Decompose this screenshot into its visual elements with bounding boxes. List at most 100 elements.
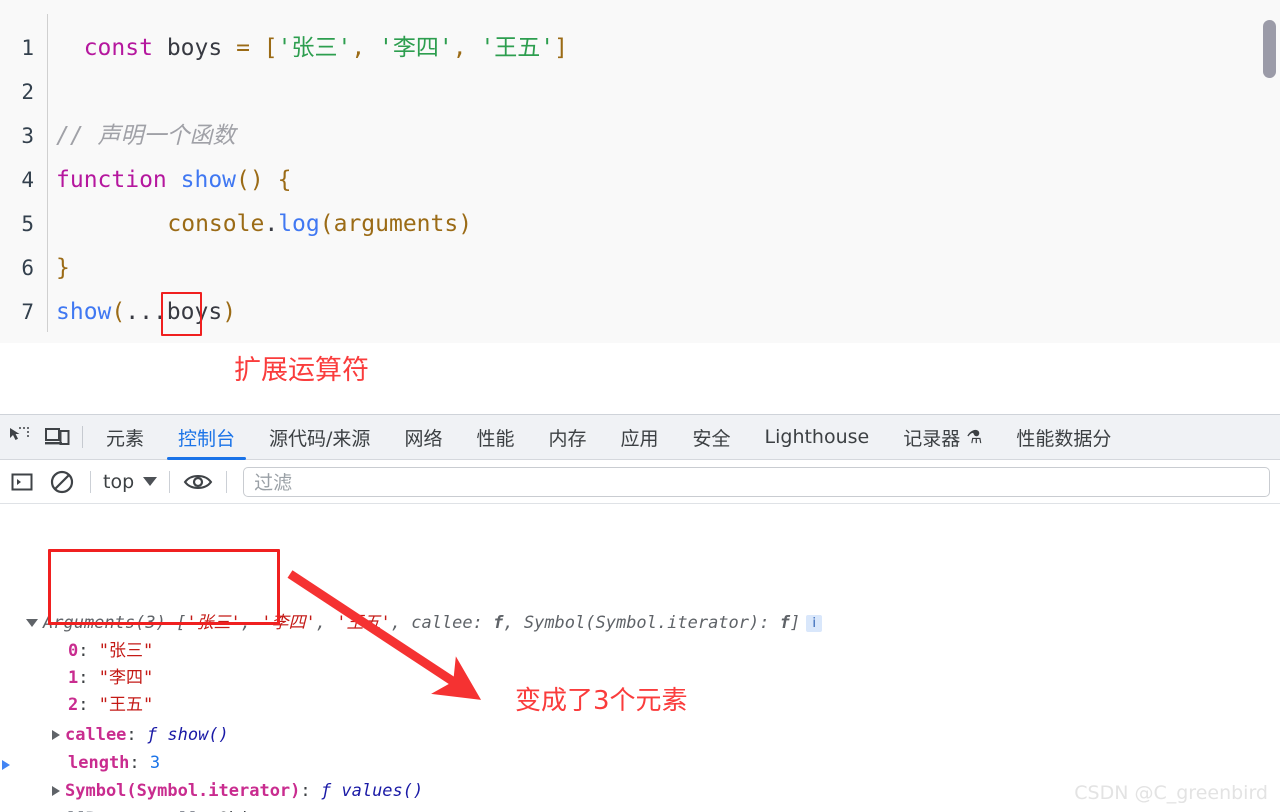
- property-separator: :: [78, 668, 99, 688]
- token-rparen: ): [458, 211, 473, 237]
- token-open-bracket: [: [263, 35, 278, 61]
- token-brace-open: {: [277, 167, 292, 193]
- header-symbol-value: f: [779, 613, 790, 633]
- header-symbol-label: Symbol(Symbol.iterator):: [523, 613, 780, 633]
- execution-context-selector[interactable]: top: [99, 471, 161, 493]
- property-value: "王五": [98, 695, 154, 715]
- gutter-divider: [47, 14, 48, 332]
- inspect-element-icon[interactable]: [0, 415, 38, 460]
- line-number: 7: [21, 300, 34, 324]
- console-property-row[interactable]: length: 3: [68, 751, 160, 775]
- console-property-row[interactable]: callee: ƒ show(): [52, 723, 229, 747]
- console-toolbar: top 过滤: [0, 460, 1280, 504]
- tab-recorder-label: 记录器: [903, 427, 961, 450]
- screenshot-root: 1 2 3 4 5 6 7 const boys = ['张三', '李四', …: [0, 0, 1280, 812]
- console-prompt-caret-icon[interactable]: [2, 760, 10, 770]
- tab-network[interactable]: 网络: [387, 415, 459, 460]
- property-key: 1: [68, 668, 79, 688]
- tab-elements[interactable]: 元素: [89, 415, 161, 460]
- token-close-bracket: ]: [554, 35, 569, 61]
- console-output: Arguments(3) ['张三', '李四', '王五', callee: …: [0, 504, 1280, 812]
- token-log: log: [278, 211, 320, 237]
- console-property-row[interactable]: 0: "张三": [68, 639, 153, 663]
- expand-triangle-icon[interactable]: [26, 619, 38, 627]
- code-line-4: function show() {: [56, 158, 291, 202]
- console-property-row[interactable]: 1: "李四": [68, 666, 153, 690]
- toolbar-divider: [226, 470, 228, 493]
- line-number: 6: [21, 256, 34, 280]
- property-key: length: [68, 753, 130, 773]
- token-equals: =: [236, 35, 250, 61]
- property-value: "李四": [98, 668, 154, 688]
- token-string-1: '张三': [277, 35, 352, 61]
- token-rparen: ): [222, 299, 237, 325]
- code-line-6: }: [56, 255, 70, 281]
- token-show-call: show: [56, 299, 112, 325]
- devtools-panel: 元素 控制台 源代码/来源 网络 性能 内存 应用 安全 Lighthouse …: [0, 414, 1280, 812]
- line-number: 5: [21, 212, 34, 236]
- token-parens: (): [236, 167, 264, 193]
- token-spread-operator: ...: [125, 299, 167, 325]
- flask-icon: ⚗: [966, 426, 983, 448]
- tab-performance-insights[interactable]: 性能数据分: [999, 415, 1128, 460]
- console-filter-input[interactable]: 过滤: [243, 466, 1270, 497]
- tab-security[interactable]: 安全: [676, 415, 748, 460]
- expand-triangle-icon[interactable]: [52, 730, 60, 740]
- property-key: 0: [68, 641, 79, 661]
- code-content[interactable]: const boys = ['张三', '李四', '王五'] // 声明一个函…: [56, 0, 1280, 343]
- token-lparen: (: [319, 211, 334, 237]
- console-property-row[interactable]: Symbol(Symbol.iterator): ƒ values(): [52, 779, 423, 803]
- token-boys-arg: boys: [166, 299, 223, 325]
- property-value: ƒ values(): [320, 781, 424, 801]
- property-key: callee: [65, 725, 127, 745]
- devtools-tab-list: 元素 控制台 源代码/来源 网络 性能 内存 应用 安全 Lighthouse …: [89, 415, 1128, 460]
- tab-recorder[interactable]: 记录器 ⚗: [886, 415, 999, 460]
- filter-placeholder: 过滤: [254, 472, 293, 494]
- code-editor-pane[interactable]: 1 2 3 4 5 6 7 const boys = ['张三', '李四', …: [0, 0, 1280, 343]
- header-close-bracket: ]: [789, 613, 801, 633]
- line-number: 4: [21, 168, 34, 192]
- token-function: function: [56, 167, 167, 193]
- tab-memory[interactable]: 内存: [531, 415, 603, 460]
- property-value: "张三": [98, 641, 154, 661]
- expand-triangle-icon[interactable]: [52, 786, 60, 796]
- token-comma: ,: [452, 35, 481, 61]
- property-separator: :: [126, 725, 147, 745]
- annotation-arrow: [287, 570, 482, 700]
- arguments-label: Arguments(3): [43, 613, 177, 633]
- token-const: const: [83, 35, 153, 61]
- clear-console-icon[interactable]: [42, 460, 82, 504]
- token-lparen: (: [111, 299, 126, 325]
- info-badge-icon[interactable]: i: [806, 614, 823, 632]
- tab-console[interactable]: 控制台: [161, 415, 252, 460]
- watermark: CSDN @C_greenbird: [1074, 782, 1268, 804]
- toolbar-divider: [90, 470, 91, 493]
- devtools-tabbar: 元素 控制台 源代码/来源 网络 性能 内存 应用 安全 Lighthouse …: [0, 415, 1280, 460]
- console-property-row[interactable]: [[Prototype]]: Object: [52, 807, 280, 812]
- toolbar-divider: [169, 470, 171, 493]
- line-number: 1: [21, 36, 34, 60]
- console-sidebar-icon[interactable]: [2, 460, 42, 504]
- editor-scrollbar-thumb[interactable]: [1263, 20, 1276, 78]
- device-toolbar-icon[interactable]: [38, 415, 76, 460]
- line-number: 3: [21, 124, 34, 148]
- token-dot: .: [264, 211, 279, 237]
- code-line-7: show(...boys): [56, 290, 236, 334]
- header-open-bracket: [: [176, 613, 187, 633]
- header-string-1: '张三': [186, 613, 241, 633]
- tabbar-divider: [82, 426, 83, 448]
- property-key: 2: [68, 695, 79, 715]
- token-console: console: [167, 211, 265, 237]
- token-show-fn: show: [180, 167, 237, 193]
- tab-lighthouse[interactable]: Lighthouse: [748, 415, 887, 460]
- console-property-row[interactable]: 2: "王五": [68, 693, 153, 717]
- tab-application[interactable]: 应用: [603, 415, 675, 460]
- property-value: 3: [149, 753, 161, 773]
- tab-sources[interactable]: 源代码/来源: [252, 415, 387, 460]
- token-string-3: '王五': [480, 35, 555, 61]
- token-boys: boys: [166, 35, 223, 61]
- code-line-1: const boys = ['张三', '李四', '王五']: [56, 26, 568, 70]
- tab-performance[interactable]: 性能: [459, 415, 531, 460]
- annotation-spread-operator: 扩展运算符: [234, 355, 369, 386]
- live-expression-icon[interactable]: [178, 460, 218, 504]
